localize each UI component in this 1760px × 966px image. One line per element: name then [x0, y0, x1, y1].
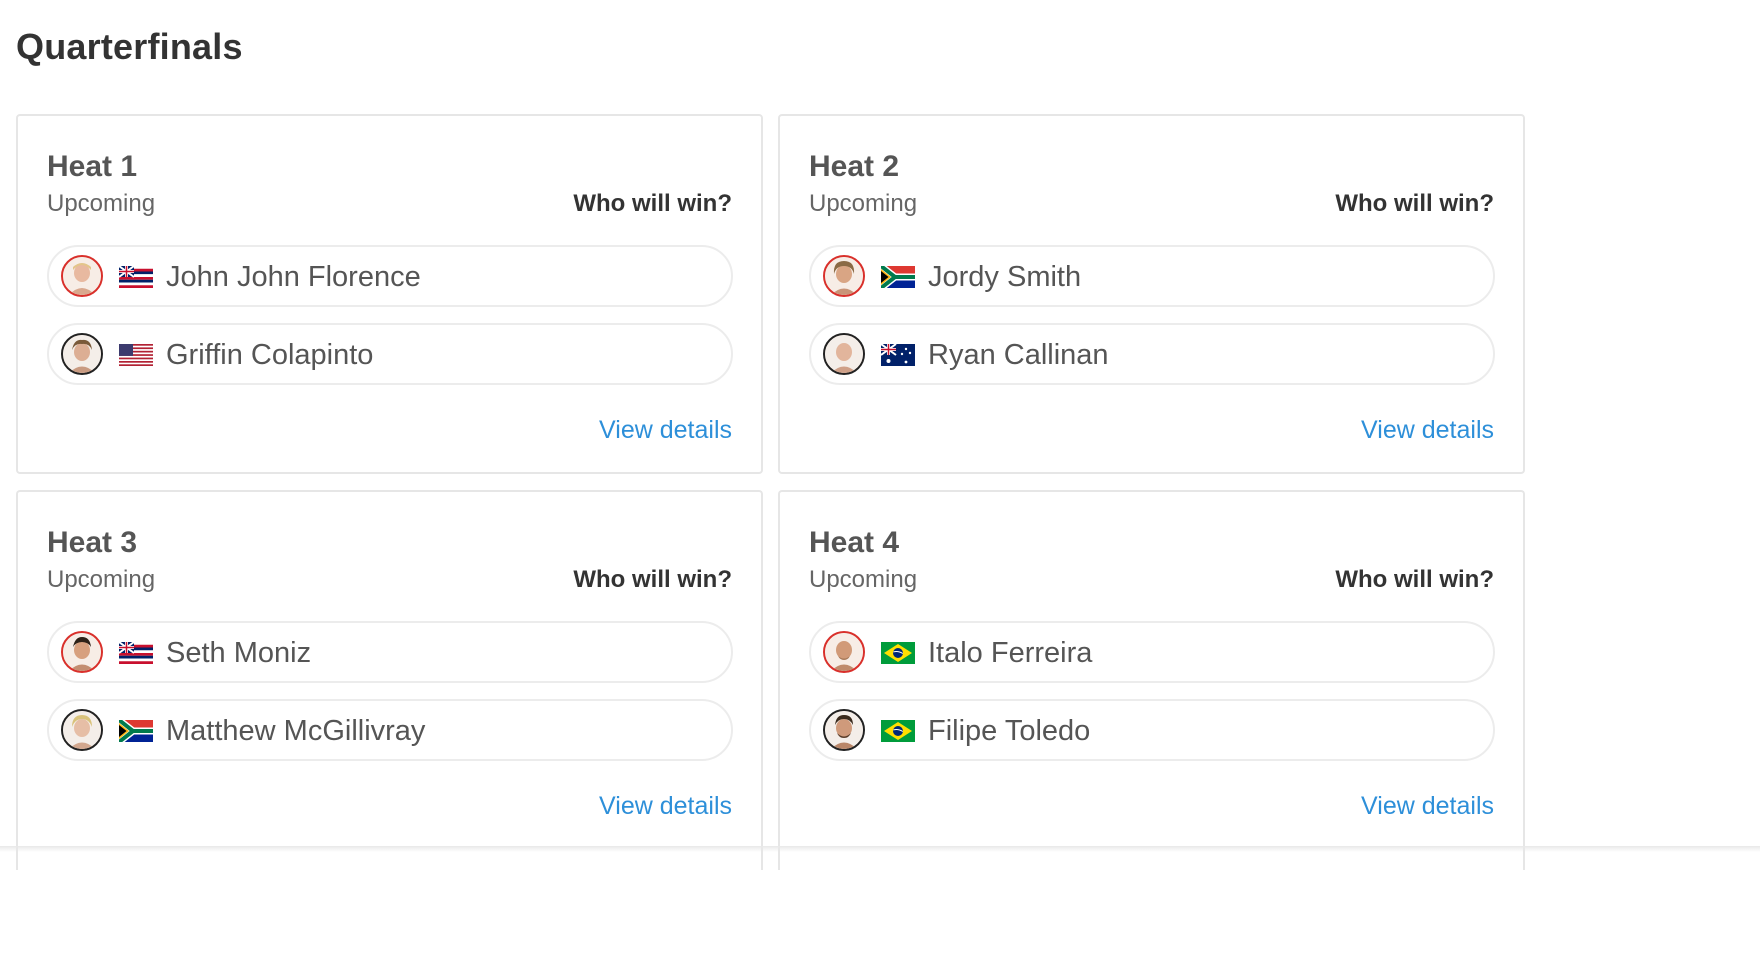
surfer-avatar	[823, 631, 865, 673]
usa-flag-icon	[119, 344, 153, 366]
who-will-win-label: Who will win?	[573, 190, 732, 217]
who-will-win-label: Who will win?	[573, 566, 732, 593]
surfer-pick-button[interactable]: Jordy Smith	[809, 245, 1495, 307]
surfer-pick-button[interactable]: Filipe Toledo	[809, 699, 1495, 761]
heat-title: Heat 3	[47, 526, 138, 559]
who-will-win-label: Who will win?	[1335, 566, 1494, 593]
surfer-name: Jordy Smith	[928, 261, 1082, 293]
heat-card-3: Heat 3 Upcoming Who will win? Seth Moniz	[16, 490, 763, 870]
surfer-name: Filipe Toledo	[928, 715, 1091, 747]
surfer-avatar	[823, 333, 865, 375]
page: Quarterfinals Heat 1 Upcoming Who will w…	[0, 0, 1760, 966]
hawaii-flag-icon	[119, 266, 153, 288]
surfer-pick-button[interactable]: Italo Ferreira	[809, 621, 1495, 683]
surfer-avatar	[61, 255, 103, 297]
surfer-pick-button[interactable]: Ryan Callinan	[809, 323, 1495, 385]
heat-title: Heat 4	[809, 526, 900, 559]
heat-title: Heat 2	[809, 150, 900, 183]
heat-status: Upcoming	[809, 190, 918, 217]
heat-card-4: Heat 4 Upcoming Who will win? Italo Ferr…	[778, 490, 1525, 870]
bottom-edge-shadow	[0, 846, 1760, 852]
heat-card-1: Heat 1 Upcoming Who will win? John John …	[16, 114, 763, 474]
australia-flag-icon	[881, 344, 915, 366]
surfer-name: Griffin Colapinto	[166, 339, 374, 371]
heats-grid: Heat 1 Upcoming Who will win? John John …	[16, 114, 1526, 870]
surfer-name: Italo Ferreira	[928, 637, 1093, 669]
surfer-pick-button[interactable]: Seth Moniz	[47, 621, 733, 683]
surfer-name: Ryan Callinan	[928, 339, 1109, 371]
south-africa-flag-icon	[881, 266, 915, 288]
heat-status: Upcoming	[47, 566, 156, 593]
surfer-avatar	[61, 709, 103, 751]
surfer-name: Matthew McGillivray	[166, 715, 426, 747]
surfer-avatar	[823, 709, 865, 751]
view-details-link[interactable]: View details	[599, 792, 732, 821]
surfer-pick-button[interactable]: John John Florence	[47, 245, 733, 307]
view-details-link[interactable]: View details	[1361, 416, 1494, 445]
hawaii-flag-icon	[119, 642, 153, 664]
surfer-avatar	[61, 333, 103, 375]
surfer-name: Seth Moniz	[166, 637, 312, 669]
surfer-pick-button[interactable]: Griffin Colapinto	[47, 323, 733, 385]
heat-status: Upcoming	[809, 566, 918, 593]
heat-status: Upcoming	[47, 190, 156, 217]
surfer-avatar	[823, 255, 865, 297]
page-title: Quarterfinals	[16, 26, 243, 67]
brazil-flag-icon	[881, 720, 915, 742]
heat-card-2: Heat 2 Upcoming Who will win? Jordy Smit…	[778, 114, 1525, 474]
brazil-flag-icon	[881, 642, 915, 664]
heat-title: Heat 1	[47, 150, 138, 183]
surfer-pick-button[interactable]: Matthew McGillivray	[47, 699, 733, 761]
surfer-name: John John Florence	[166, 261, 421, 293]
view-details-link[interactable]: View details	[599, 416, 732, 445]
view-details-link[interactable]: View details	[1361, 792, 1494, 821]
surfer-avatar	[61, 631, 103, 673]
who-will-win-label: Who will win?	[1335, 190, 1494, 217]
south-africa-flag-icon	[119, 720, 153, 742]
